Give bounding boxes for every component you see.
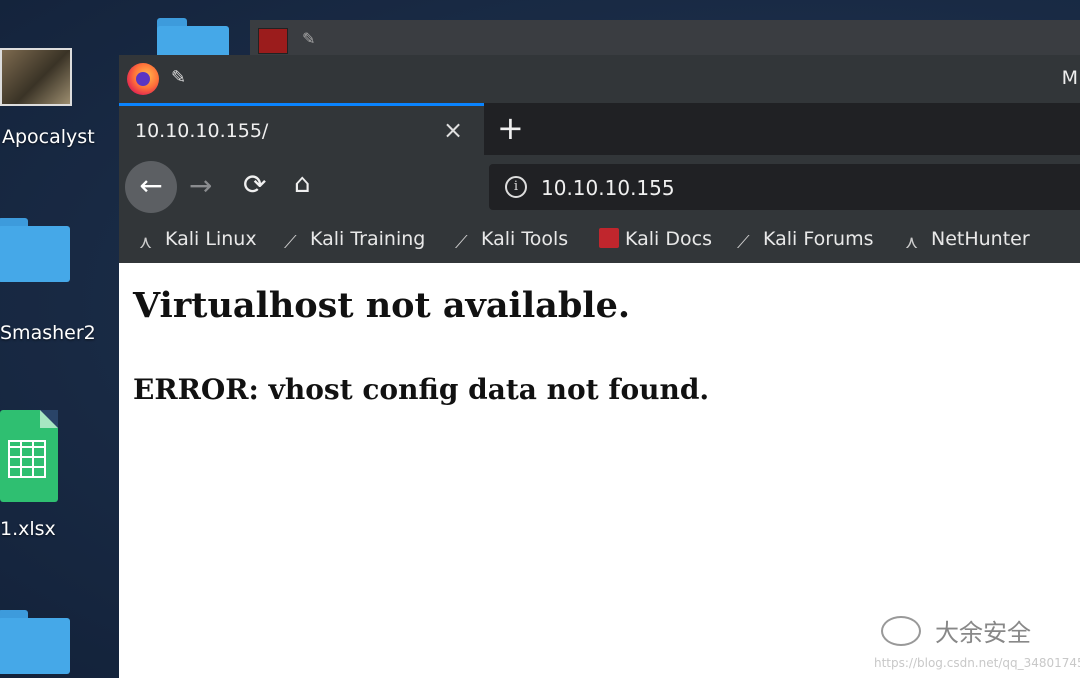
bookmark-kali-linux[interactable]: ⋏ Kali Linux <box>139 228 257 253</box>
bookmark-kali-forums[interactable]: ⟋ Kali Forums <box>737 228 874 253</box>
bookmark-kali-tools[interactable]: ⟋ Kali Tools <box>455 228 568 253</box>
title-bar[interactable]: ✎ M <box>119 55 1080 103</box>
reload-button[interactable]: ⟳ <box>243 168 266 201</box>
url-text[interactable]: 10.10.10.155 <box>541 176 675 200</box>
kali-icon: ⟋ <box>737 232 750 253</box>
kali-icon: ⟋ <box>284 232 297 253</box>
navigation-bar: ← → ⟳ ⌂ i 10.10.10.155 <box>119 155 1080 217</box>
firefox-logo-icon <box>127 63 159 95</box>
apocalyst-thumbnail[interactable] <box>0 48 72 106</box>
tab-current[interactable]: 10.10.10.155/ × <box>119 103 484 155</box>
error-message: ERROR: vhost config data not found. <box>133 373 710 406</box>
tab-strip: 10.10.10.155/ × + <box>119 103 1080 155</box>
pin-icon[interactable]: ✎ <box>171 67 186 88</box>
bookmarks-toolbar: ⋏ Kali Linux ⟋ Kali Training ⟋ Kali Tools K… <box>119 217 1080 263</box>
close-tab-icon[interactable]: × <box>443 116 463 144</box>
kali-icon: ⟋ <box>455 232 468 253</box>
app-icon <box>258 28 288 54</box>
back-button[interactable]: ← <box>125 161 177 213</box>
desktop-icon-xlsx-label[interactable]: 1.xlsx <box>0 518 56 540</box>
bookmark-kali-training[interactable]: ⟋ Kali Training <box>284 228 425 253</box>
bookmark-kali-docs[interactable]: Kali Docs <box>599 228 712 250</box>
desktop-icon-smasher2-label[interactable]: Smasher2 <box>0 322 96 344</box>
folder-icon[interactable] <box>0 218 70 282</box>
tab-title: 10.10.10.155/ <box>135 120 269 142</box>
desktop-icon-apocalyst-label[interactable]: Apocalyst <box>2 126 95 148</box>
wechat-logo-icon <box>881 616 921 646</box>
forward-button[interactable]: → <box>189 169 212 202</box>
watermark-text: 大余安全 <box>935 619 1031 647</box>
kali-dragon-icon: ⋏ <box>905 232 919 253</box>
watermark-url: https://blog.csdn.net/qq_34801745 <box>874 656 1080 670</box>
docs-icon <box>599 228 619 248</box>
address-bar[interactable]: i 10.10.10.155 <box>489 164 1080 210</box>
pin-icon[interactable]: ✎ <box>302 29 315 48</box>
firefox-window: ✎ M 10.10.10.155/ × + ← → ⟳ ⌂ i 10.10.10… <box>119 55 1080 678</box>
new-tab-button[interactable]: + <box>497 109 524 147</box>
folder-icon[interactable] <box>0 610 70 674</box>
home-button[interactable]: ⌂ <box>294 169 311 199</box>
info-icon[interactable]: i <box>505 176 527 198</box>
spreadsheet-icon[interactable] <box>0 410 58 502</box>
window-title: M <box>1061 67 1078 89</box>
page-content: Virtualhost not available. ERROR: vhost … <box>119 263 1080 678</box>
kali-dragon-icon: ⋏ <box>139 232 153 253</box>
bookmark-nethunter[interactable]: ⋏ NetHunter <box>905 228 1030 253</box>
page-heading: Virtualhost not available. <box>133 285 631 326</box>
